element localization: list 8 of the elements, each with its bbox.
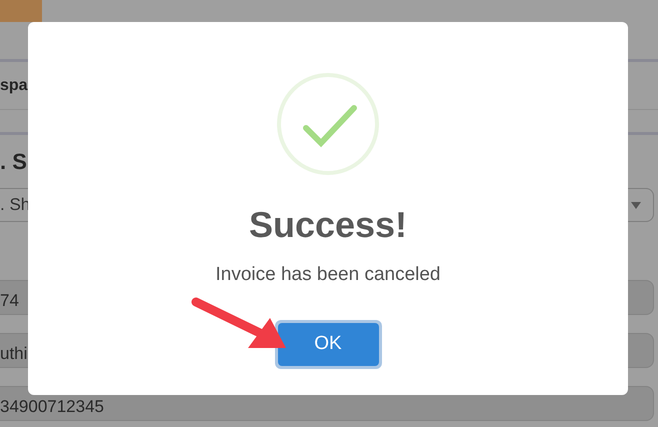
checkmark-icon	[276, 72, 380, 176]
ok-button[interactable]: OK	[278, 322, 378, 366]
dialog-title: Success!	[248, 207, 408, 243]
dropdown-arrow-icon	[631, 202, 641, 208]
banner-image	[0, 0, 42, 22]
section-title: . S	[0, 148, 27, 176]
dialog-message: Invoice has been canceled	[216, 263, 440, 287]
section-heading: spa	[0, 76, 28, 96]
